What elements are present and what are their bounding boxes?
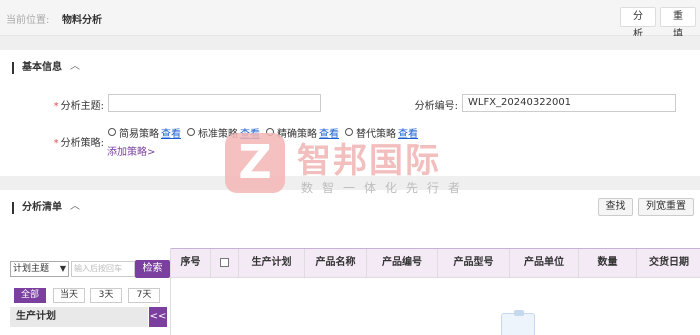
day-filter-all[interactable]: 全部	[14, 288, 46, 303]
view-link[interactable]: 查看	[398, 125, 418, 140]
checkbox-icon[interactable]	[220, 257, 229, 267]
view-link[interactable]: 查看	[319, 125, 339, 140]
radio-icon[interactable]	[187, 128, 195, 136]
view-link[interactable]: 查看	[240, 125, 260, 140]
code-input[interactable]: WLFX_20240322001	[462, 94, 676, 112]
radio-icon[interactable]	[266, 128, 274, 136]
plan-filter-panel: 计划主题 ▼ 输入后按回车 检索 全部 当天 3天 7天 生产计划 <<	[10, 258, 170, 335]
basic-info-title-text: 基本信息	[22, 62, 62, 73]
col-select[interactable]	[211, 249, 239, 277]
strategy-radio-group: 简易策略 查看 标准策略 查看 精确策略 查看 替代策略 查看	[108, 125, 424, 140]
location-value: 物料分析	[62, 15, 102, 26]
day-filter-7days[interactable]: 7天	[128, 288, 160, 303]
strategy-option-standard[interactable]: 标准策略 查看	[187, 125, 260, 140]
radio-icon[interactable]	[345, 128, 353, 136]
day-filter-3days[interactable]: 3天	[90, 288, 122, 303]
col-quantity: 数量	[579, 249, 637, 277]
section-gap	[0, 176, 700, 190]
day-filter-today[interactable]: 当天	[53, 288, 85, 303]
subject-label: * 分析主题:	[53, 101, 104, 112]
strategy-option-substitute[interactable]: 替代策略 查看	[345, 125, 418, 140]
view-link[interactable]: 查看	[161, 125, 181, 140]
strategy-label: * 分析策略:	[53, 138, 104, 149]
analysis-list-title-text: 分析清单	[22, 202, 62, 213]
reset-button[interactable]: 重填	[660, 7, 696, 40]
analysis-table: 序号 生产计划 产品名称 产品编号 产品型号 产品单位 数量 交货日期	[170, 248, 700, 335]
section-gap	[0, 36, 700, 50]
clipboard-icon	[501, 310, 535, 335]
reset-column-width-button[interactable]: 列宽重置	[638, 198, 694, 216]
chevron-up-icon[interactable]: ︿	[70, 61, 80, 73]
col-plan: 生产计划	[239, 249, 305, 277]
radio-icon[interactable]	[108, 128, 116, 136]
chevron-down-icon: ▼	[59, 264, 66, 273]
location-label: 当前位置:	[6, 15, 50, 26]
keyword-input[interactable]: 输入后按回车	[71, 261, 135, 277]
col-delivery-date: 交货日期	[649, 257, 689, 268]
chevron-up-icon[interactable]: ︿	[70, 201, 80, 213]
plan-list-header: 生产计划	[10, 307, 148, 327]
col-product-unit: 产品单位	[510, 249, 579, 277]
col-product-code: 产品编号	[367, 249, 438, 277]
col-index: 序号	[171, 249, 211, 277]
subject-input[interactable]	[108, 94, 321, 112]
add-strategy-link[interactable]: 添加策略>	[107, 143, 155, 158]
top-bar: 当前位置: 物料分析 分析 重填	[0, 0, 700, 40]
find-button[interactable]: 查找	[598, 198, 633, 216]
strategy-option-simple[interactable]: 简易策略 查看	[108, 125, 181, 140]
strategy-option-precise[interactable]: 精确策略 查看	[266, 125, 339, 140]
analyze-button[interactable]: 分析	[620, 7, 656, 40]
filter-select[interactable]: 计划主题 ▼	[10, 261, 69, 277]
code-label: 分析编号:	[414, 101, 458, 112]
col-product-model: 产品型号	[438, 249, 510, 277]
analysis-list-title[interactable]: 分析清单 ︿	[12, 201, 80, 214]
table-header: 序号 生产计划 产品名称 产品编号 产品型号 产品单位 数量 交货日期	[171, 248, 700, 278]
col-product-name: 产品名称	[305, 249, 367, 277]
basic-info-title[interactable]: 基本信息 ︿	[12, 61, 80, 74]
basic-info-section: 基本信息 ︿ * 分析主题: 分析编号: WLFX_20240322001 * 分析…	[0, 50, 700, 176]
search-button[interactable]: 检索	[135, 260, 170, 278]
collapse-panel-button[interactable]: <<	[149, 307, 167, 327]
analysis-list-section: 分析清单 ︿ 查找 列宽重置 计划主题 ▼ 输入后按回车 检索 全部 当天 3天 …	[0, 190, 700, 335]
